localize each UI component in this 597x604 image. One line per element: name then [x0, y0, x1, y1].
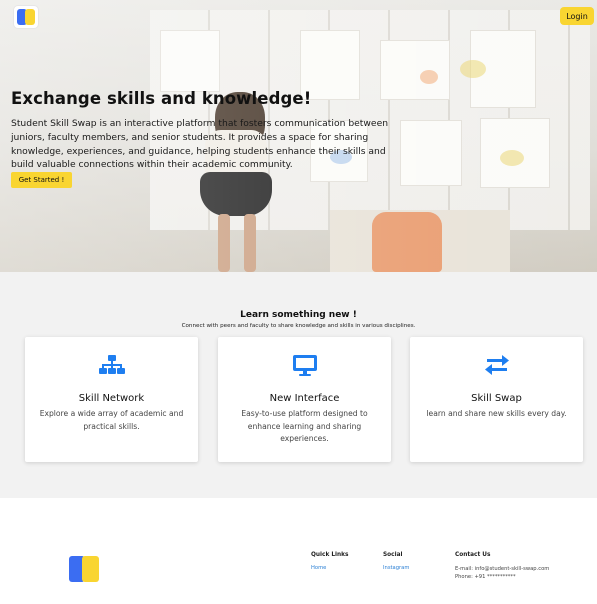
footer-quick-links-heading: Quick Links	[311, 552, 349, 558]
feature-card-skill-network: Skill Network Explore a wide array of ac…	[25, 337, 198, 462]
monitor-icon	[293, 355, 317, 376]
footer-quick-links: Quick Links Home	[311, 552, 348, 571]
hero-title: Exchange skills and knowledge!	[11, 89, 312, 108]
footer-contact: Contact Us E-mail: info@student-skill-sw…	[455, 552, 549, 581]
hero-section: Login Exchange skills and knowledge! Stu…	[0, 0, 597, 272]
feature-card-title: Skill Network	[78, 393, 145, 404]
footer-contact-email: E-mail: info@student-skill-swap.com	[455, 566, 550, 572]
network-icon	[99, 355, 125, 374]
get-started-button[interactable]: Get Started !	[11, 172, 72, 188]
footer-contact-phone: Phone: +91 ***********	[455, 574, 516, 580]
feature-card-text: Easy-to-use platform designed to enhance…	[241, 409, 368, 443]
feature-card-title: Skill Swap	[471, 393, 522, 404]
hero-description: Student Skill Swap is an interactive pla…	[11, 118, 389, 171]
footer-logo[interactable]	[69, 556, 99, 582]
feature-card-text: learn and share new skills every day.	[426, 409, 567, 418]
feature-card-new-interface: New Interface Easy-to-use platform desig…	[218, 337, 391, 462]
login-button[interactable]: Login	[560, 7, 594, 25]
site-logo[interactable]	[14, 6, 38, 28]
feature-card-title: New Interface	[269, 393, 340, 404]
site-footer: Quick Links Home Social Instagram Contac…	[0, 498, 597, 604]
logo-yellow-block	[25, 9, 35, 25]
features-subheading: Connect with peers and faculty to share …	[181, 323, 416, 329]
footer-social: Social Instagram	[383, 552, 409, 571]
footer-link-home[interactable]: Home	[311, 565, 348, 571]
footer-link-instagram[interactable]: Instagram	[383, 565, 409, 571]
swap-arrows-icon	[485, 355, 509, 375]
feature-card-skill-swap: Skill Swap learn and share new skills ev…	[410, 337, 583, 462]
footer-social-heading: Social	[383, 552, 403, 558]
footer-contact-heading: Contact Us	[455, 552, 491, 558]
features-heading: Learn something new !	[240, 310, 357, 320]
feature-card-text: Explore a wide array of academic and pra…	[39, 409, 184, 431]
features-section: Learn something new ! Connect with peers…	[0, 272, 597, 498]
logo-yellow-block	[82, 556, 99, 582]
